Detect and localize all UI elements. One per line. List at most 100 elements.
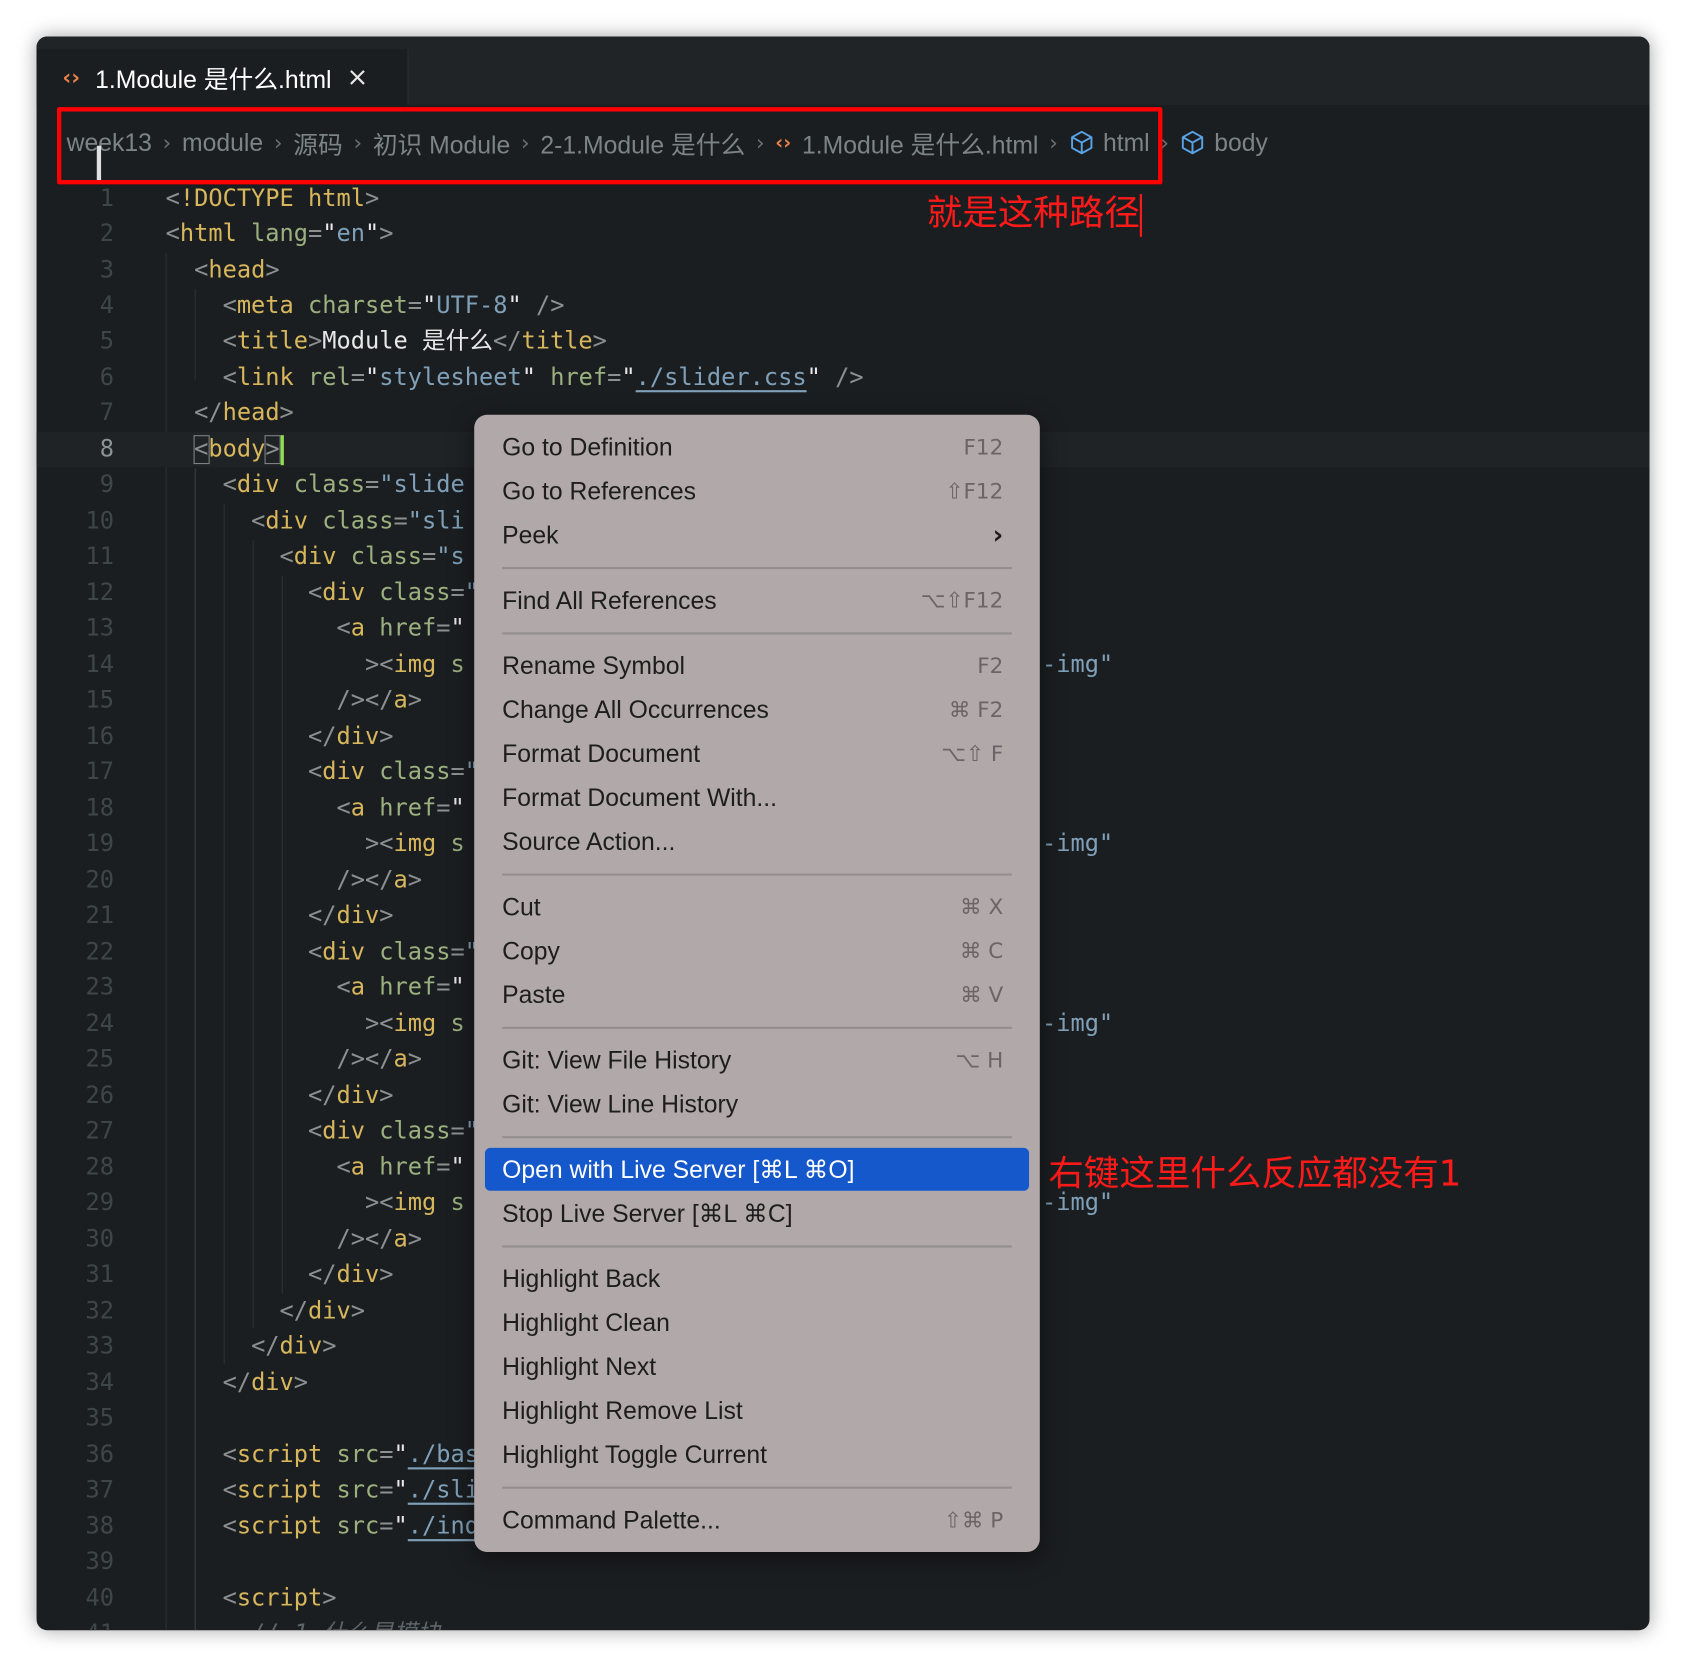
menu-item-shortcut: ⌥⇧F12 xyxy=(920,587,1004,614)
code-token: <div class=" xyxy=(166,576,479,611)
code-token: /></ xyxy=(336,1226,394,1253)
line-number: 30 xyxy=(85,1226,114,1253)
code-token: < xyxy=(192,435,210,465)
menu-item-label: Highlight Remove List xyxy=(502,1396,743,1424)
code-token: </div> xyxy=(166,898,393,933)
line-number: 11 xyxy=(85,543,114,571)
code-token: < xyxy=(165,220,180,248)
menu-item-find-all-references[interactable]: Find All References ⌥⇧F12 xyxy=(485,579,1029,622)
menu-item-format-document-with[interactable]: Format Document With... xyxy=(485,776,1029,819)
menu-item-highlight-toggle-current[interactable]: Highlight Toggle Current xyxy=(485,1433,1029,1476)
menu-item-cut[interactable]: Cut ⌘ X xyxy=(485,885,1029,928)
code-token: head xyxy=(208,257,266,285)
menu-item-highlight-back[interactable]: Highlight Back xyxy=(485,1257,1029,1300)
menu-item-git-view-line-history[interactable]: Git: View Line History xyxy=(485,1083,1029,1126)
code-token: div xyxy=(322,758,366,786)
menu-item-label: Command Palette... xyxy=(502,1505,721,1534)
code-token: src xyxy=(336,1476,380,1504)
annotation-menu-note: 右键这里什么反应都没有1 xyxy=(1048,1152,1462,1194)
menu-item-highlight-clean[interactable]: Highlight Clean xyxy=(485,1301,1029,1344)
code-token: > xyxy=(308,327,323,355)
menu-item-label: Change All Occurrences xyxy=(502,695,769,723)
code-token: > xyxy=(407,1046,422,1073)
code-token: div xyxy=(322,938,366,966)
code-token: </ xyxy=(251,1333,280,1361)
menu-item-label: Format Document xyxy=(502,739,701,767)
code-token: class xyxy=(379,1117,451,1145)
code-token: " xyxy=(521,364,536,392)
editor-tab[interactable]: ‹› 1.Module 是什么.html × xyxy=(36,49,409,106)
code-token: <a href=" xyxy=(166,791,465,826)
code-token: class xyxy=(293,471,366,499)
code-token: href xyxy=(550,364,608,392)
menu-separator xyxy=(502,632,1012,635)
code-token: <div class="slide xyxy=(166,467,465,502)
code-token: = xyxy=(308,220,323,248)
code-token: < xyxy=(279,543,294,571)
code-token: " xyxy=(806,364,821,392)
code-token: </ xyxy=(492,327,522,355)
menu-item-format-document[interactable]: Format Document ⌥⇧ F xyxy=(485,732,1029,775)
code-token: " xyxy=(621,364,636,392)
code-token: // 1.什么是模块 xyxy=(166,1616,441,1631)
file-link[interactable]: ./sli xyxy=(408,1477,479,1504)
code-token: >< xyxy=(364,651,394,679)
menu-separator xyxy=(502,873,1012,876)
code-token: /> xyxy=(521,292,565,320)
file-link[interactable]: ./ind xyxy=(408,1513,479,1540)
menu-item-open-with-live-server-l-o[interactable]: Open with Live Server [⌘L ⌘O] xyxy=(484,1147,1030,1191)
code-token: div xyxy=(336,723,380,751)
line-number: 4 xyxy=(99,292,114,320)
menu-item-stop-live-server-l-c[interactable]: Stop Live Server [⌘L ⌘C] xyxy=(485,1192,1029,1235)
file-link[interactable]: ./slider.css xyxy=(636,364,807,391)
menu-separator xyxy=(502,1026,1012,1029)
code-token: "s xyxy=(436,543,465,571)
code-token: = xyxy=(450,938,465,966)
code-token: </div> xyxy=(166,1294,365,1329)
menu-item-source-action[interactable]: Source Action... xyxy=(485,820,1029,863)
code-token: href xyxy=(379,615,437,643)
close-icon[interactable]: × xyxy=(347,62,369,92)
code-token: = xyxy=(350,364,366,392)
code-token: < xyxy=(222,471,237,499)
code-token: Module 是什么 xyxy=(322,327,493,355)
code-token: a xyxy=(350,615,366,643)
code-token: s xyxy=(436,830,465,858)
breadcrumb-item-body[interactable]: body xyxy=(1214,128,1268,157)
line-number: 21 xyxy=(85,902,114,930)
code-token: > xyxy=(379,1082,394,1110)
code-line: 4 <meta charset="UTF-8" /> xyxy=(37,288,1650,323)
code-token: = xyxy=(365,471,380,499)
menu-item-label: Highlight Toggle Current xyxy=(502,1439,768,1468)
context-menu: Go to Definition F12 Go to References ⇧F12 P… xyxy=(474,414,1040,1552)
file-link[interactable]: ./bas xyxy=(408,1442,479,1469)
menu-item-peek[interactable]: Peek › xyxy=(485,513,1029,556)
line-number: 28 xyxy=(85,1154,114,1182)
code-token: </div> xyxy=(166,1078,394,1113)
menu-item-paste[interactable]: Paste ⌘ V xyxy=(485,973,1029,1016)
code-token: " xyxy=(365,220,380,248)
code-token: > xyxy=(279,399,294,427)
menu-item-copy[interactable]: Copy ⌘ C xyxy=(485,929,1029,972)
code-token: < xyxy=(336,615,351,643)
code-token: /></a> xyxy=(166,1222,422,1257)
menu-item-highlight-remove-list[interactable]: Highlight Remove List xyxy=(485,1389,1029,1432)
line-number: 10 xyxy=(85,508,114,535)
code-token: > xyxy=(407,867,422,894)
menu-item-shortcut: ⌘ C xyxy=(959,937,1004,964)
code-token: < xyxy=(308,938,323,966)
menu-item-git-view-file-history[interactable]: Git: View File History ⌥ H xyxy=(485,1039,1029,1082)
code-line: 5 <title>Module 是什么</title> xyxy=(37,324,1650,359)
menu-item-label: Stop Live Server [⌘L ⌘C] xyxy=(502,1198,793,1227)
menu-item-go-to-definition[interactable]: Go to Definition F12 xyxy=(485,426,1029,469)
menu-item-go-to-references[interactable]: Go to References ⇧F12 xyxy=(485,469,1029,512)
menu-item-command-palette[interactable]: Command Palette... ⇧⌘ P xyxy=(485,1498,1029,1541)
menu-item-change-all-occurrences[interactable]: Change All Occurrences ⌘ F2 xyxy=(485,688,1029,731)
line-number: 13 xyxy=(85,615,114,643)
code-line: 6 <link rel="stylesheet" href="./slider.… xyxy=(37,360,1650,395)
code-token: < xyxy=(222,1513,237,1541)
menu-item-rename-symbol[interactable]: Rename Symbol F2 xyxy=(485,644,1029,687)
code-token: img xyxy=(393,1189,437,1217)
menu-item-highlight-next[interactable]: Highlight Next xyxy=(485,1345,1029,1388)
code-token: " xyxy=(450,795,465,823)
